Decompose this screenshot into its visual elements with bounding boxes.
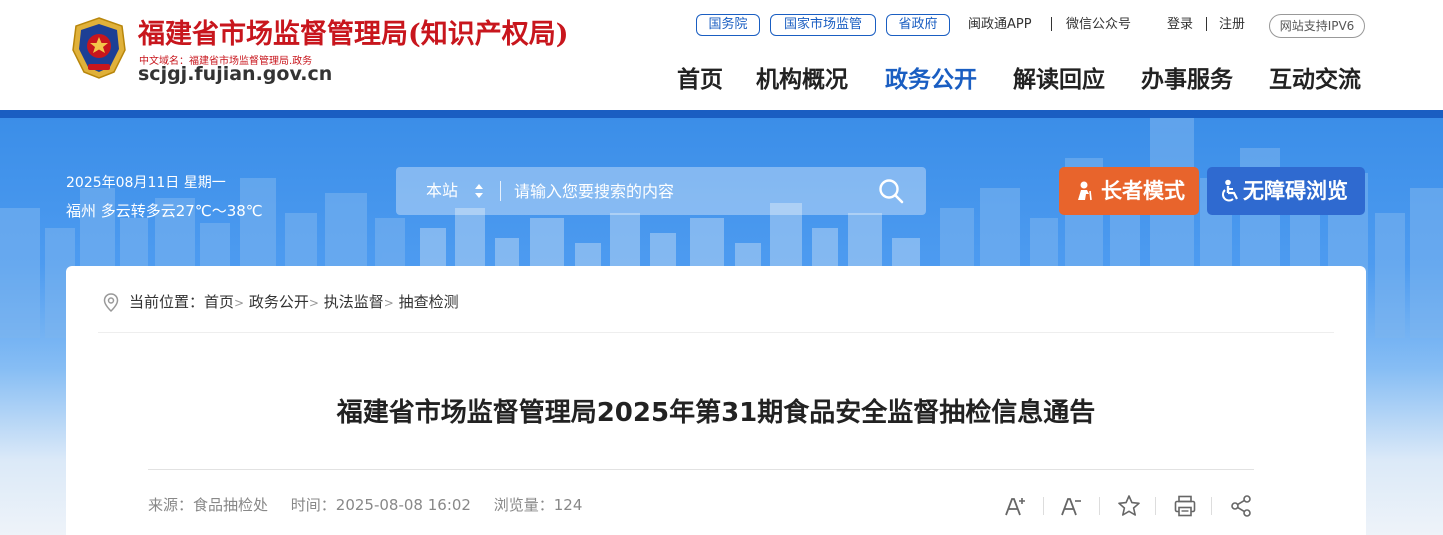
site-header: 福建省市场监督管理局(知识产权局) 中文域名：福建省市场监督管理局.政务 scj…: [0, 0, 1443, 112]
tool-divider: [1099, 497, 1100, 515]
star-icon[interactable]: [1117, 494, 1141, 518]
sort-arrows-icon[interactable]: [474, 183, 484, 199]
breadcrumb-prefix: 当前位置：: [129, 293, 205, 311]
header-accent-bar: [0, 110, 1443, 118]
wheelchair-icon: [1222, 179, 1238, 202]
breadcrumb-sampling-inspection[interactable]: 抽查检测: [399, 293, 459, 311]
accessible-browsing-label: 无障碍浏览: [1243, 179, 1348, 203]
print-icon[interactable]: [1173, 494, 1197, 518]
link-shengzhengfu[interactable]: 省政府: [886, 14, 950, 36]
search-icon[interactable]: [878, 178, 904, 204]
font-decrease-icon[interactable]: [1060, 494, 1084, 518]
link-guojia-shichang-jianguan[interactable]: 国家市场监管: [770, 14, 876, 36]
tool-divider: [1211, 497, 1212, 515]
tool-divider: [1043, 497, 1044, 515]
article-meta: 来源：食品抽检处 时间：2025-08-08 16:02 浏览量：124: [148, 495, 600, 515]
police-emblem-logo[interactable]: [70, 16, 128, 80]
link-mzt-app[interactable]: 闽政通APP: [968, 16, 1032, 34]
site-title[interactable]: 福建省市场监督管理局(知识产权局): [138, 12, 569, 51]
title-divider: [148, 469, 1254, 470]
breadcrumb-separator: >: [308, 296, 319, 310]
search-bar: 本站: [396, 167, 926, 215]
login-link[interactable]: 登录: [1167, 16, 1193, 34]
search-input[interactable]: [514, 175, 864, 207]
nav-interaction[interactable]: 互动交流: [1269, 64, 1361, 96]
article-title: 福建省市场监督管理局2025年第31期食品安全监督抽检信息通告: [336, 398, 1096, 428]
nav-organization[interactable]: 机构概况: [756, 64, 848, 96]
article-views: 浏览量：124: [493, 496, 583, 514]
tool-divider: [1155, 497, 1156, 515]
elder-mode-button[interactable]: 长者模式: [1059, 167, 1199, 215]
nav-home[interactable]: 首页: [677, 64, 723, 96]
ipv6-badge: 网站支持IPV6: [1269, 14, 1365, 38]
site-domain: scjgj.fujian.gov.cn: [138, 63, 333, 85]
weather-info: 福州 多云转多云27℃～38℃: [66, 202, 263, 220]
link-wechat[interactable]: 微信公众号: [1066, 16, 1131, 34]
current-date: 2025年08月11日 星期一: [66, 175, 226, 191]
breadcrumb-government-affairs[interactable]: 政务公开: [249, 293, 309, 311]
font-increase-icon[interactable]: [1004, 494, 1028, 518]
breadcrumb-law-enforcement[interactable]: 执法监督: [324, 293, 384, 311]
accessible-browsing-button[interactable]: 无障碍浏览: [1207, 167, 1365, 215]
nav-services[interactable]: 办事服务: [1141, 64, 1233, 96]
article-source: 来源：食品抽检处: [148, 496, 269, 514]
search-divider: [500, 181, 501, 201]
breadcrumb-divider: [98, 332, 1334, 333]
register-link[interactable]: 注册: [1219, 16, 1245, 34]
location-icon: [103, 293, 119, 313]
share-icon[interactable]: [1229, 494, 1253, 518]
search-scope-select[interactable]: 本站: [426, 167, 458, 215]
article-card: 当前位置：首页> 政务公开> 执法监督> 抽查检测 福建省市场监督管理局2025…: [66, 266, 1366, 535]
divider: [1051, 17, 1052, 31]
breadcrumb-separator: >: [383, 296, 394, 310]
breadcrumb-separator: >: [234, 296, 245, 310]
divider: [1206, 17, 1207, 31]
nav-interpretation[interactable]: 解读回应: [1013, 64, 1105, 96]
article-time: 时间：2025-08-08 16:02: [290, 496, 471, 514]
nav-government-affairs[interactable]: 政务公开: [885, 64, 977, 96]
elder-icon: [1078, 181, 1092, 201]
breadcrumb-home[interactable]: 首页: [204, 293, 234, 311]
elder-mode-label: 长者模式: [1101, 179, 1185, 203]
link-guowuyuan[interactable]: 国务院: [696, 14, 760, 36]
